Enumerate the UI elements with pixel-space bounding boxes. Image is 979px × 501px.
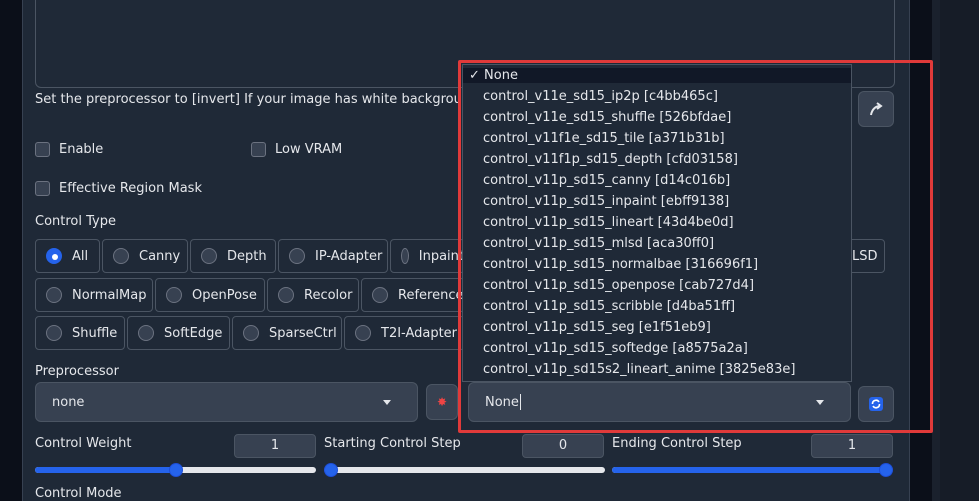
radio-icon (201, 248, 217, 264)
radio-icon (113, 248, 129, 264)
radio-icon (46, 325, 62, 341)
dropdown-option[interactable]: control_v11p_sd15_normalbae [316696f1] (483, 257, 758, 272)
curved-arrow-icon (870, 102, 883, 116)
control-type-shuffle-label: Shuffle (72, 325, 118, 341)
model-select[interactable]: None (468, 382, 851, 422)
right-scroll-area[interactable] (940, 0, 979, 501)
chevron-down-icon (816, 400, 824, 405)
low-vram-label: Low VRAM (275, 142, 343, 157)
radio-icon (166, 287, 182, 303)
enable-checkbox-box[interactable] (35, 142, 50, 157)
control-mode-label: Control Mode (35, 486, 122, 501)
control-type-inpaint-label: Inpaint (418, 248, 464, 264)
control-type-depth-label: Depth (227, 248, 267, 264)
radio-icon (372, 287, 388, 303)
slider-fill (35, 467, 176, 473)
ending-step-input[interactable]: 1 (811, 434, 893, 458)
text-cursor (519, 394, 521, 410)
dropdown-option[interactable]: control_v11e_sd15_shuffle [526bfdae] (483, 110, 731, 125)
dropdown-option[interactable]: control_v11p_sd15s2_lineart_anime [3825e… (483, 362, 795, 377)
radio-icon (138, 325, 154, 341)
refresh-icon (869, 397, 883, 411)
enable-label: Enable (59, 142, 104, 157)
control-type-normalmap-label: NormalMap (72, 287, 147, 303)
effective-region-mask-box[interactable] (35, 181, 50, 196)
control-type-t2i-adapter[interactable]: T2I-Adapter (344, 316, 465, 350)
control-type-reference[interactable]: Reference (361, 278, 465, 312)
spark-icon: ✸ (436, 395, 448, 409)
radio-icon (355, 325, 371, 341)
control-type-canny-label: Canny (139, 248, 181, 264)
starting-step-slider[interactable] (324, 463, 605, 477)
radio-icon (401, 248, 409, 264)
preprocessor-hint: Set the preprocessor to [invert] If your… (35, 92, 531, 107)
starting-step-label: Starting Control Step (324, 436, 461, 451)
control-weight-input[interactable]: 1 (234, 434, 316, 458)
dropdown-option-selected[interactable]: ✓ None (463, 68, 851, 83)
control-type-sparsectrl[interactable]: SparseCtrl (232, 316, 342, 350)
dropdown-option[interactable]: control_v11e_sd15_ip2p [c4bb465c] (483, 89, 718, 104)
low-vram-checkbox[interactable]: Low VRAM (251, 142, 342, 157)
control-type-ip-adapter-label: IP-Adapter (315, 248, 383, 264)
control-type-normalmap[interactable]: NormalMap (35, 278, 153, 312)
dropdown-option[interactable]: control_v11p_sd15_canny [d14c016b] (483, 173, 730, 188)
radio-icon (46, 248, 62, 264)
slider-handle[interactable] (879, 463, 893, 477)
dropdown-option[interactable]: control_v11p_sd15_seg [e1f51eb9] (483, 320, 711, 335)
preprocessor-value: none (52, 394, 85, 410)
radio-icon (46, 287, 62, 303)
ending-step-slider[interactable] (612, 463, 893, 477)
control-type-recolor-label: Recolor (304, 287, 353, 303)
upload-button[interactable] (858, 91, 894, 127)
ending-step-label: Ending Control Step (612, 436, 742, 451)
radio-icon (243, 325, 259, 341)
control-type-softedge[interactable]: SoftEdge (127, 316, 230, 350)
effective-region-mask-checkbox[interactable]: Effective Region Mask (35, 181, 202, 196)
dropdown-option[interactable]: control_v11p_sd15_softedge [a8575a2a] (483, 341, 748, 356)
dropdown-option[interactable]: control_v11f1e_sd15_tile [a371b31b] (483, 131, 725, 146)
chevron-down-icon (383, 400, 391, 405)
dropdown-option[interactable]: control_v11p_sd15_openpose [cab727d4] (483, 278, 754, 293)
control-weight-slider[interactable] (35, 463, 316, 477)
control-type-mlsd-label: LSD (852, 248, 878, 264)
control-weight-label: Control Weight (35, 436, 132, 451)
control-type-canny[interactable]: Canny (102, 239, 188, 273)
dropdown-option[interactable]: control_v11p_sd15_mlsd [aca30ff0] (483, 236, 714, 251)
control-type-sparsectrl-label: SparseCtrl (269, 325, 337, 341)
control-type-mlsd[interactable]: LSD (848, 239, 885, 273)
dropdown-option[interactable]: control_v11p_sd15_scribble [d4ba51ff] (483, 299, 735, 314)
preprocessor-select[interactable]: none (35, 382, 418, 422)
model-dropdown-list[interactable]: ✓ None control_v11e_sd15_ip2p [c4bb465c] c… (462, 64, 852, 382)
control-type-openpose[interactable]: OpenPose (155, 278, 265, 312)
slider-fill (612, 467, 893, 473)
control-type-ip-adapter[interactable]: IP-Adapter (278, 239, 388, 273)
control-type-depth[interactable]: Depth (190, 239, 276, 273)
enable-checkbox[interactable]: Enable (35, 142, 103, 157)
control-type-openpose-label: OpenPose (192, 287, 257, 303)
dropdown-option[interactable]: control_v11f1p_sd15_depth [cfd03158] (483, 152, 738, 167)
model-value: None (485, 394, 519, 410)
dropdown-option[interactable]: control_v11p_sd15_inpaint [ebff9138] (483, 194, 729, 209)
radio-icon (278, 287, 294, 303)
control-type-shuffle[interactable]: Shuffle (35, 316, 125, 350)
control-type-inpaint[interactable]: Inpaint (390, 239, 465, 273)
control-type-t2i-adapter-label: T2I-Adapter (381, 325, 458, 341)
run-preprocessor-button[interactable]: ✸ (426, 384, 458, 420)
refresh-models-button[interactable] (858, 386, 894, 422)
radio-icon (289, 248, 305, 264)
control-type-label: Control Type (35, 214, 116, 229)
control-type-all[interactable]: All (35, 239, 100, 273)
starting-step-input[interactable]: 0 (522, 434, 604, 458)
control-type-reference-label: Reference (398, 287, 464, 303)
low-vram-checkbox-box[interactable] (251, 142, 266, 157)
slider-handle[interactable] (168, 463, 183, 477)
dropdown-option[interactable]: control_v11p_sd15_lineart [43d4be0d] (483, 215, 734, 230)
control-type-recolor[interactable]: Recolor (267, 278, 359, 312)
control-type-softedge-label: SoftEdge (164, 325, 223, 341)
slider-handle[interactable] (324, 463, 338, 477)
preprocessor-label: Preprocessor (35, 364, 119, 379)
control-type-all-label: All (72, 248, 89, 264)
effective-region-mask-label: Effective Region Mask (59, 181, 202, 196)
